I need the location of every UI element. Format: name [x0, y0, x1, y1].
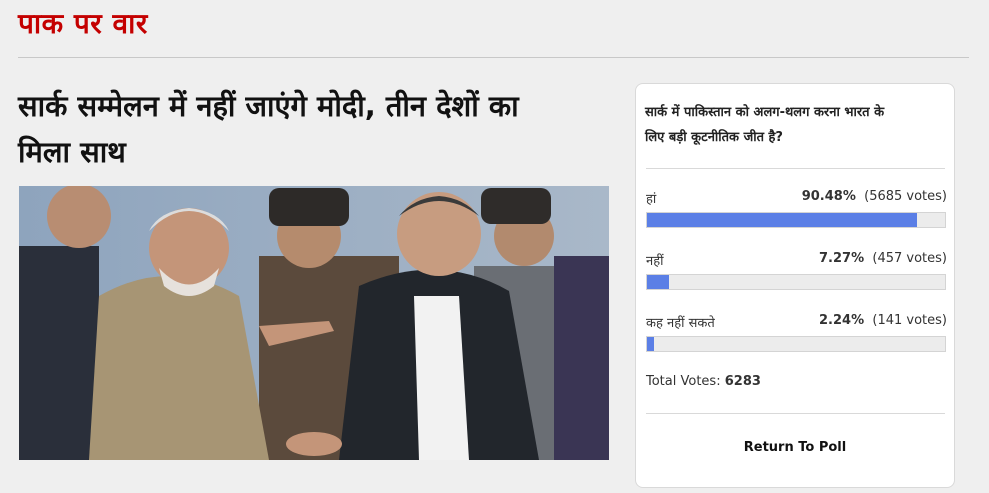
poll-divider-bottom [646, 413, 945, 414]
poll-option-label: नहीं [646, 254, 664, 269]
article-photo[interactable] [19, 186, 609, 460]
poll-option-label: कह नहीं सकते [646, 316, 715, 331]
return-to-poll-button[interactable]: Return To Poll [636, 440, 954, 455]
poll-option-yes: हां 90.48% (5685 votes) [646, 189, 947, 233]
poll-divider-top [646, 168, 945, 169]
poll-option-votes: (141 votes) [872, 313, 947, 328]
poll-option-no: नहीं 7.27% (457 votes) [646, 251, 947, 295]
poll-option-votes: (457 votes) [872, 251, 947, 266]
poll-total-value: 6283 [724, 374, 761, 389]
headline-line-1: सार्क सम्मेलन में नहीं जाएंगे मोदी, तीन … [18, 89, 519, 123]
section-title[interactable]: पाक पर वार [18, 4, 148, 42]
poll-option-stats: 2.24% (141 votes) [819, 313, 947, 328]
article-headline[interactable]: सार्क सम्मेलन में नहीं जाएंगे मोदी, तीन … [18, 83, 618, 175]
poll-option-stats: 7.27% (457 votes) [819, 251, 947, 266]
poll-option-bar-fill [647, 275, 669, 289]
poll-total-label: Total Votes: [646, 374, 721, 389]
poll-option-cant-say: कह नहीं सकते 2.24% (141 votes) [646, 313, 947, 357]
poll-question-line-1: सार्क में पाकिस्तान को अलग-थलग करना भारत… [645, 105, 885, 120]
poll-question-line-2: लिए बड़ी कूटनीतिक जीत है? [645, 130, 783, 145]
poll-option-percent: 7.27% [819, 251, 865, 266]
poll-option-bar [646, 212, 946, 228]
poll-question: सार्क में पाकिस्तान को अलग-थलग करना भारत… [645, 100, 945, 150]
poll-total-votes: Total Votes: 6283 [646, 374, 761, 389]
poll-option-bar-fill [647, 213, 917, 227]
poll-option-bar-fill [647, 337, 654, 351]
headline-line-2: मिला साथ [18, 135, 126, 169]
poll-option-bar [646, 274, 946, 290]
poll-option-stats: 90.48% (5685 votes) [802, 189, 947, 204]
poll-option-votes: (5685 votes) [864, 189, 947, 204]
poll-option-percent: 90.48% [801, 189, 856, 204]
poll-option-percent: 2.24% [819, 313, 865, 328]
poll-option-bar [646, 336, 946, 352]
poll-widget: सार्क में पाकिस्तान को अलग-थलग करना भारत… [635, 83, 955, 488]
section-divider [18, 57, 969, 58]
poll-option-label: हां [646, 192, 657, 207]
